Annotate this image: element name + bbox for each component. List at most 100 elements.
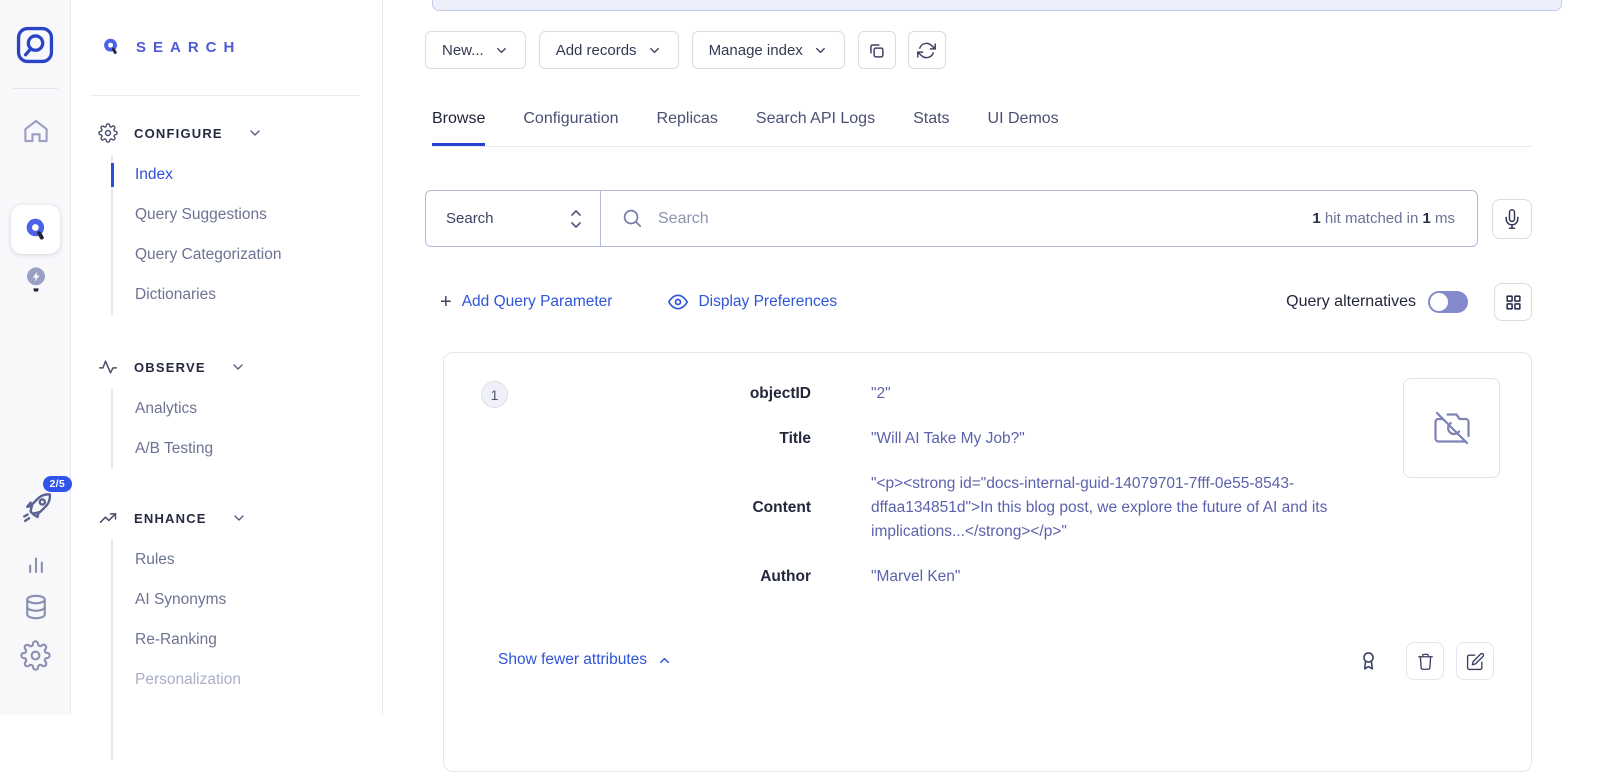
record-fields: objectID "2" Title "Will AI Take My Job?… xyxy=(444,353,1531,589)
copy-icon xyxy=(867,41,886,60)
field-value: "<p><strong id="docs-internal-guid-14079… xyxy=(871,472,1401,544)
analytics-bars-icon[interactable] xyxy=(0,551,71,579)
hit-count: 1 xyxy=(1312,210,1320,227)
no-image-icon xyxy=(1434,410,1470,446)
layout-grid-button[interactable] xyxy=(1494,283,1532,321)
ranking-info-button[interactable] xyxy=(1358,649,1379,673)
record-rank-badge: 1 xyxy=(481,381,508,408)
home-icon[interactable] xyxy=(0,116,71,146)
nav-group-label: ENHANCE xyxy=(134,511,207,526)
search-scope-label: Search xyxy=(446,210,566,227)
microphone-icon xyxy=(1502,209,1522,229)
refresh-button[interactable] xyxy=(908,31,946,69)
tab-stats[interactable]: Stats xyxy=(913,102,949,146)
nav-group-label: CONFIGURE xyxy=(134,126,223,141)
add-query-parameter-label: Add Query Parameter xyxy=(462,293,613,311)
display-preferences-link[interactable]: Display Preferences xyxy=(668,292,837,312)
gear-icon xyxy=(98,123,118,143)
query-alternatives-toggle[interactable] xyxy=(1428,291,1468,313)
image-placeholder xyxy=(1403,378,1500,478)
nav-group-label: OBSERVE xyxy=(134,360,206,375)
field-label: Title xyxy=(444,430,811,448)
sidebar-item-personalization[interactable]: Personalization xyxy=(113,660,368,700)
stats-text: hit matched in xyxy=(1321,210,1423,227)
tab-configuration[interactable]: Configuration xyxy=(523,102,618,146)
nav-group-header-observe[interactable]: OBSERVE xyxy=(98,355,368,379)
display-preferences-label: Display Preferences xyxy=(698,293,837,311)
chevron-up-icon xyxy=(657,653,672,668)
manage-index-dropdown-button[interactable]: Manage index xyxy=(692,31,845,69)
field-value: "2" xyxy=(871,382,891,406)
field-label: Author xyxy=(444,568,811,586)
sidebar-item-rules[interactable]: Rules xyxy=(113,540,368,580)
sidebar: SEARCH CONFIGURE Index Query Suggestions… xyxy=(71,0,383,715)
sidebar-item-analytics[interactable]: Analytics xyxy=(113,389,368,429)
nav-group-header-configure[interactable]: CONFIGURE xyxy=(98,121,368,145)
sidebar-item-ai-synonyms[interactable]: AI Synonyms xyxy=(113,580,368,620)
search-box: Search 1 hit matched in 1 ms xyxy=(425,190,1478,247)
main-content: New... Add records Manage index xyxy=(384,0,1600,715)
trash-icon xyxy=(1416,652,1435,671)
award-icon xyxy=(1358,649,1379,673)
nav-group-observe: OBSERVE Analytics A/B Testing xyxy=(98,355,368,469)
chevrons-up-down-icon xyxy=(566,206,586,232)
chevron-down-icon xyxy=(231,510,247,526)
new-dropdown-label: New... xyxy=(442,42,484,59)
upgrade-rocket-icon[interactable]: 2/5 xyxy=(18,490,54,526)
plus-icon: + xyxy=(440,292,452,312)
tab-search-api-logs[interactable]: Search API Logs xyxy=(756,102,875,146)
delete-record-button[interactable] xyxy=(1406,642,1444,680)
sidebar-divider xyxy=(90,95,360,96)
nav-group-header-enhance[interactable]: ENHANCE xyxy=(98,506,368,530)
add-query-parameter-link[interactable]: + Add Query Parameter xyxy=(440,292,612,312)
new-dropdown-button[interactable]: New... xyxy=(425,31,526,69)
search-scope-select[interactable]: Search xyxy=(426,191,601,246)
show-fewer-attributes-link[interactable]: Show fewer attributes xyxy=(498,651,672,669)
tab-replicas[interactable]: Replicas xyxy=(657,102,718,146)
chevron-down-icon xyxy=(494,43,509,58)
show-fewer-attributes-label: Show fewer attributes xyxy=(498,651,647,669)
rail-item-search-active[interactable] xyxy=(11,205,60,254)
search-icon xyxy=(621,207,644,230)
refresh-icon xyxy=(917,41,936,60)
field-row-author: Author "Marvel Ken" xyxy=(444,565,1531,589)
chevron-down-icon xyxy=(230,359,246,375)
sidebar-item-dictionaries[interactable]: Dictionaries xyxy=(113,275,368,315)
algolia-logo-icon[interactable] xyxy=(14,24,56,66)
time-value: 1 xyxy=(1422,210,1430,227)
tab-browse[interactable]: Browse xyxy=(432,102,485,146)
field-row-content: Content "<p><strong id="docs-internal-gu… xyxy=(444,472,1531,544)
tab-ui-demos[interactable]: UI Demos xyxy=(988,102,1059,146)
nav-group-enhance: ENHANCE Rules AI Synonyms Re-Ranking Per… xyxy=(98,506,368,760)
settings-gear-icon[interactable] xyxy=(0,640,71,671)
idea-bulb-icon[interactable] xyxy=(0,263,71,299)
database-icon[interactable] xyxy=(0,592,71,622)
trending-up-icon xyxy=(98,508,118,528)
manage-index-label: Manage index xyxy=(709,42,803,59)
eye-icon xyxy=(668,292,688,312)
search-stats: 1 hit matched in 1 ms xyxy=(1312,210,1455,227)
edit-record-button[interactable] xyxy=(1456,642,1494,680)
chevron-down-icon xyxy=(247,125,263,141)
sidebar-item-query-suggestions[interactable]: Query Suggestions xyxy=(113,195,368,235)
query-alternatives-label: Query alternatives xyxy=(1286,293,1416,311)
record-actions xyxy=(1358,642,1494,680)
usage-badge: 2/5 xyxy=(43,476,73,492)
toggle-knob xyxy=(1430,293,1448,311)
sidebar-item-ab-testing[interactable]: A/B Testing xyxy=(113,429,368,469)
search-input[interactable] xyxy=(658,210,1312,228)
time-unit: ms xyxy=(1431,210,1455,227)
field-value: "Will AI Take My Job?" xyxy=(871,427,1025,451)
activity-pulse-icon xyxy=(98,357,118,377)
sidebar-item-query-categorization[interactable]: Query Categorization xyxy=(113,235,368,275)
field-row-title: Title "Will AI Take My Job?" xyxy=(444,427,1531,451)
field-row-objectid: objectID "2" xyxy=(444,382,1531,406)
voice-search-button[interactable] xyxy=(1492,199,1532,239)
grid-icon xyxy=(1504,293,1523,312)
sidebar-item-index[interactable]: Index xyxy=(113,155,368,195)
sidebar-item-re-ranking[interactable]: Re-Ranking xyxy=(113,620,368,660)
copy-index-button[interactable] xyxy=(858,31,896,69)
rail-divider xyxy=(13,88,58,89)
search-input-area: 1 hit matched in 1 ms xyxy=(601,191,1477,246)
add-records-dropdown-button[interactable]: Add records xyxy=(539,31,679,69)
